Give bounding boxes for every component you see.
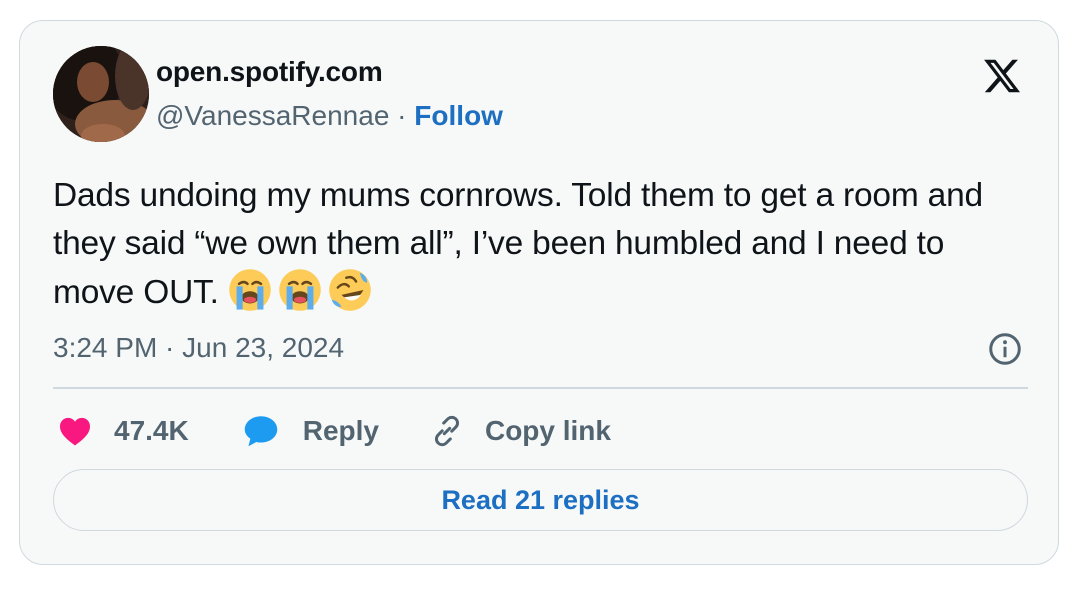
like-count: 47.4K xyxy=(114,415,189,446)
avatar-photo xyxy=(53,46,149,142)
loudly-crying-face-icon xyxy=(229,269,271,311)
x-logo-icon[interactable] xyxy=(980,56,1024,96)
read-replies-button[interactable]: Read 21 replies xyxy=(53,469,1028,531)
rolling-on-the-floor-laughing-icon xyxy=(329,269,371,311)
tweet-timestamp[interactable]: 3:24 PM · Jun 23, 2024 xyxy=(53,332,344,364)
tweet-embed-card[interactable]: open.spotify.com @VanessaRennae · Follow… xyxy=(19,20,1059,565)
speech-bubble-icon xyxy=(244,416,277,447)
tweet-body: Dads undoing my mums cornrows. Told them… xyxy=(53,177,983,311)
like-button[interactable]: 47.4K xyxy=(58,415,189,447)
separator-dot: · xyxy=(389,100,415,131)
reply-label: Reply xyxy=(302,415,379,446)
info-icon[interactable] xyxy=(987,331,1023,367)
author-handle[interactable]: @VanessaRennae xyxy=(156,100,389,131)
divider xyxy=(53,387,1028,389)
avatar[interactable] xyxy=(53,46,149,142)
link-icon xyxy=(434,415,459,447)
author-handle-row: @VanessaRennae · Follow xyxy=(156,100,503,132)
author-display-name[interactable]: open.spotify.com xyxy=(156,56,383,88)
copy-link-button[interactable]: Copy link xyxy=(429,413,611,449)
copy-link-label: Copy link xyxy=(484,415,611,446)
heart-icon xyxy=(60,417,90,446)
reply-button[interactable]: Reply xyxy=(243,414,379,448)
loudly-crying-face-icon xyxy=(279,269,321,311)
tweet-text: Dads undoing my mums cornrows. Told them… xyxy=(53,172,1013,317)
follow-link[interactable]: Follow xyxy=(414,100,503,131)
action-bar: 47.4K Reply Copy link xyxy=(58,409,611,453)
